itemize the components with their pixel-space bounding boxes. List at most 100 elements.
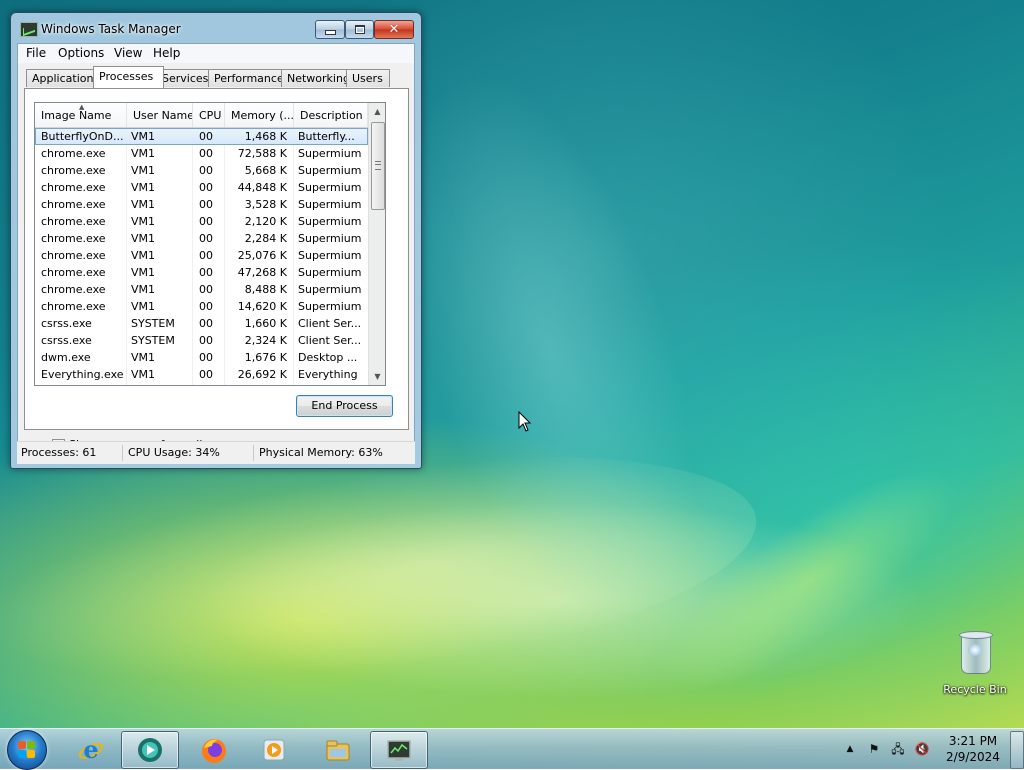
column-header-cpu[interactable]: CPU (193, 103, 225, 127)
tab-users[interactable]: Users (346, 69, 390, 87)
scrollbar-thumb[interactable] (371, 122, 385, 210)
recycle-bin-label[interactable]: Recycle Bin (940, 683, 1010, 696)
cell-description: Supermium (298, 198, 362, 211)
firefox-icon (202, 739, 226, 763)
taskbar-firefox[interactable] (185, 731, 243, 769)
windows-logo-icon (18, 741, 36, 759)
table-row[interactable]: dwm.exe VM1 00 1,676 K Desktop ... (35, 349, 368, 366)
taskbar-media-player[interactable] (245, 731, 303, 769)
cell-user-name: VM1 (131, 147, 156, 160)
cell-memory: 47,268 K (237, 266, 287, 279)
cell-user-name: VM1 (131, 215, 156, 228)
table-row[interactable]: chrome.exe VM1 00 2,120 K Supermium (35, 213, 368, 230)
scroll-up-icon[interactable]: ▲ (369, 103, 385, 120)
tab-networking[interactable]: Networking (281, 69, 350, 87)
column-header-image-name[interactable]: ▲ Image Name (35, 103, 127, 127)
sort-ascending-icon: ▲ (79, 103, 85, 111)
cell-memory: 72,588 K (237, 147, 287, 160)
cell-memory: 2,284 K (244, 232, 287, 245)
tab-applications[interactable]: Applications (26, 69, 99, 87)
bin-paper (968, 644, 982, 656)
show-desktop-button[interactable] (1010, 731, 1024, 769)
table-row[interactable]: chrome.exe VM1 00 44,848 K Supermium (35, 179, 368, 196)
close-button[interactable]: ✕ (374, 20, 414, 39)
clock-time[interactable]: 3:21 PM (944, 734, 1002, 748)
action-center-flag-icon[interactable]: ⚑ (866, 741, 882, 757)
table-row[interactable]: chrome.exe VM1 00 14,620 K Supermium (35, 298, 368, 315)
title-bar[interactable]: Windows Task Manager ✕ (11, 13, 421, 43)
network-icon[interactable]: 🖧 (890, 741, 906, 757)
cell-cpu: 00 (199, 130, 213, 143)
system-tray: ▲ ⚑ 🖧 🔇 3:21 PM 2/9/2024 (840, 729, 1024, 769)
cell-image-name: chrome.exe (41, 215, 106, 228)
cell-cpu: 00 (199, 181, 213, 194)
table-row[interactable]: ButterflyOnD... VM1 00 1,468 K Butterfly... (35, 128, 368, 145)
cell-memory: 25,076 K (237, 249, 287, 262)
cell-cpu: 00 (199, 351, 213, 364)
cell-user-name: VM1 (131, 249, 156, 262)
taskbar-file-explorer[interactable] (309, 731, 367, 769)
menu-bar: File Options View Help (18, 44, 414, 63)
tab-performance[interactable]: Performance (208, 69, 284, 87)
task-manager-icon (20, 22, 38, 37)
column-header-memory[interactable]: Memory (... (225, 103, 294, 127)
cell-user-name: VM1 (131, 351, 156, 364)
taskbar-media-center[interactable] (121, 731, 179, 769)
cell-description: Supermium (298, 147, 362, 160)
status-physical-memory: Physical Memory: 63% (259, 446, 383, 459)
minimize-button[interactable] (315, 20, 345, 39)
recycle-bin-shortcut[interactable]: Recycle Bin (940, 630, 1010, 700)
table-row[interactable]: chrome.exe VM1 00 3,528 K Supermium (35, 196, 368, 213)
menu-help[interactable]: Help (153, 46, 180, 60)
maximize-button[interactable] (345, 20, 374, 39)
table-row[interactable]: csrss.exe SYSTEM 00 1,660 K Client Ser... (35, 315, 368, 332)
menu-options[interactable]: Options (58, 46, 104, 60)
taskbar-task-manager[interactable] (370, 731, 428, 769)
cell-memory: 44,848 K (237, 181, 287, 194)
maximize-icon (354, 25, 365, 34)
cell-cpu: 00 (199, 164, 213, 177)
cell-memory: 26,692 K (237, 368, 287, 381)
menu-file[interactable]: File (26, 46, 46, 60)
start-button[interactable] (7, 730, 47, 770)
cell-image-name: ButterflyOnD... (41, 130, 124, 143)
cell-cpu: 00 (199, 368, 213, 381)
grip-icon (375, 161, 381, 170)
task-manager-window[interactable]: Windows Task Manager ✕ File Options View… (10, 12, 422, 469)
cell-description: Supermium (298, 300, 362, 313)
cell-description: Everything (298, 368, 358, 381)
media-center-icon (138, 738, 162, 762)
process-list[interactable]: ▲ Image Name User Name CPU Memory (... D… (34, 102, 386, 386)
cell-image-name: chrome.exe (41, 300, 106, 313)
table-row[interactable]: chrome.exe VM1 00 5,668 K Supermium (35, 162, 368, 179)
tab-services[interactable]: Services (156, 69, 212, 87)
table-row[interactable]: chrome.exe VM1 00 2,284 K Supermium (35, 230, 368, 247)
cell-description: Supermium (298, 164, 362, 177)
vertical-scrollbar[interactable]: ▲ ▼ (368, 103, 385, 385)
column-header-user-name[interactable]: User Name (127, 103, 193, 127)
end-process-button[interactable]: End Process (296, 395, 393, 417)
scroll-down-icon[interactable]: ▼ (369, 368, 385, 385)
cell-image-name: chrome.exe (41, 181, 106, 194)
tab-processes[interactable]: Processes (93, 66, 164, 88)
cell-user-name: VM1 (131, 368, 156, 381)
cell-image-name: csrss.exe (41, 334, 92, 347)
table-row[interactable]: chrome.exe VM1 00 72,588 K Supermium (35, 145, 368, 162)
cell-image-name: chrome.exe (41, 232, 106, 245)
cell-image-name: csrss.exe (41, 317, 92, 330)
file-explorer-icon (326, 740, 350, 761)
table-row[interactable]: chrome.exe VM1 00 8,488 K Supermium (35, 281, 368, 298)
taskbar-internet-explorer[interactable]: e (62, 731, 120, 769)
taskbar: e ▲ ⚑ 🖧 🔇 3:21 PM 2/9/2024 (0, 728, 1024, 770)
column-header-description[interactable]: Description (294, 103, 368, 127)
clock-date[interactable]: 2/9/2024 (944, 750, 1002, 764)
volume-muted-icon[interactable]: 🔇 (914, 741, 930, 757)
table-row[interactable]: Everything.exe VM1 00 26,692 K Everything (35, 366, 368, 383)
table-row[interactable]: chrome.exe VM1 00 47,268 K Supermium (35, 264, 368, 281)
show-hidden-icons-icon[interactable]: ▲ (842, 741, 858, 757)
menu-view[interactable]: View (114, 46, 142, 60)
table-row[interactable]: csrss.exe SYSTEM 00 2,324 K Client Ser... (35, 332, 368, 349)
table-row[interactable]: chrome.exe VM1 00 25,076 K Supermium (35, 247, 368, 264)
cell-description: Desktop ... (298, 351, 358, 364)
cell-image-name: chrome.exe (41, 198, 106, 211)
